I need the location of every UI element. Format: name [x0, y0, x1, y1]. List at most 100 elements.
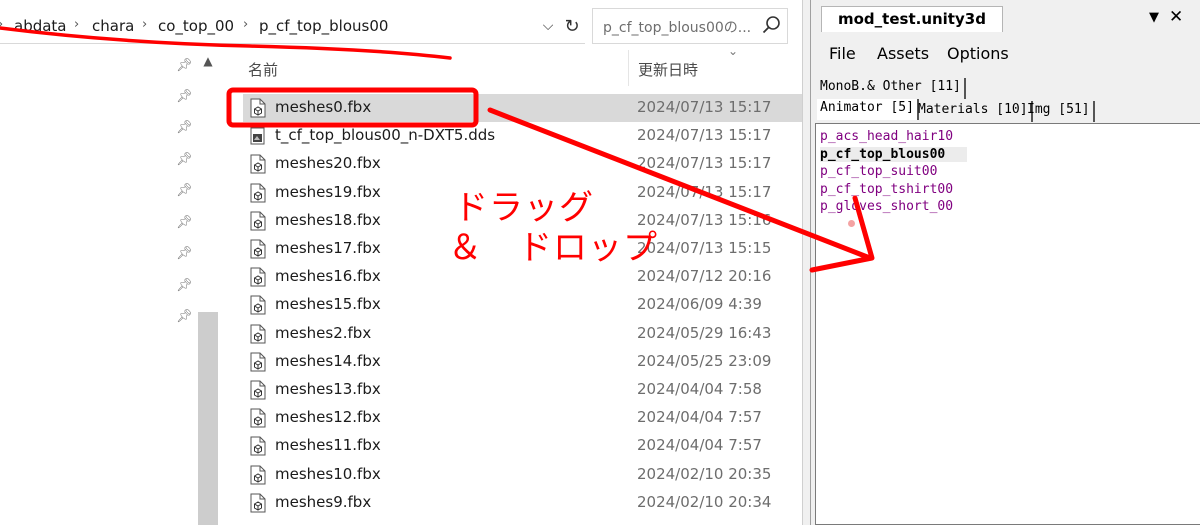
- file-date: 2024/02/10 20:35: [637, 464, 772, 483]
- file-name: t_cf_top_blous00_n-DXT5.dds: [275, 126, 496, 145]
- pin-icon[interactable]: 📌︎: [176, 215, 193, 231]
- fbx-file-icon: [250, 436, 266, 456]
- column-divider[interactable]: [628, 50, 629, 86]
- asset-list-item[interactable]: p_cf_top_suit00: [820, 164, 937, 179]
- fbx-file-icon: [250, 408, 266, 428]
- file-row[interactable]: meshes12.fbx 2024/04/04 7:57: [243, 404, 802, 432]
- breadcrumb-abdata[interactable]: abdata: [14, 17, 67, 35]
- tab-img[interactable]: Img [51]: [1024, 101, 1095, 122]
- drop-cursor-dot: [848, 220, 855, 227]
- tab-monob-other[interactable]: MonoB.& Other [11]: [817, 78, 966, 99]
- tool-titlebar: mod_test.unity3d ▼ ✕: [811, 6, 1200, 32]
- menu-assets[interactable]: Assets: [877, 44, 929, 63]
- file-row[interactable]: meshes13.fbx 2024/04/04 7:58: [243, 376, 802, 404]
- annotation-text-drop: ＆ ドロップ: [448, 228, 658, 268]
- column-headers: 名前 更新日時 ⌄: [228, 44, 802, 86]
- file-date: 2024/05/25 23:09: [637, 351, 772, 370]
- nav-scrollbar-thumb[interactable]: [198, 312, 218, 525]
- file-name: meshes11.fbx: [275, 436, 381, 455]
- file-row[interactable]: meshes0.fbx 2024/07/13 15:17: [243, 94, 802, 122]
- chevron-down-icon[interactable]: ⌵: [538, 18, 558, 38]
- column-header-name[interactable]: 名前: [248, 59, 278, 80]
- chevron-right-icon: ›: [0, 17, 3, 32]
- file-name: meshes2.fbx: [275, 323, 372, 342]
- file-row[interactable]: meshes15.fbx 2024/06/09 4:39: [243, 291, 802, 319]
- file-name: meshes19.fbx: [275, 182, 381, 201]
- pin-icon[interactable]: 📌︎: [176, 246, 193, 262]
- fbx-file-icon: [250, 211, 266, 231]
- file-name: meshes17.fbx: [275, 239, 381, 257]
- tab-animator[interactable]: Animator [5]: [817, 99, 919, 120]
- file-name: meshes15.fbx: [275, 295, 381, 314]
- file-explorer-window: › abdata › chara › co_top_00 › p_cf_top_…: [0, 0, 802, 525]
- file-name: meshes10.fbx: [275, 464, 381, 483]
- search-icon[interactable]: [761, 14, 783, 36]
- file-date: 2024/07/13 15:17: [637, 182, 772, 201]
- address-bar[interactable]: › abdata › chara › co_top_00 › p_cf_top_…: [0, 8, 585, 44]
- file-row[interactable]: meshes14.fbx 2024/05/25 23:09: [243, 348, 802, 376]
- file-name: meshes14.fbx: [275, 351, 381, 370]
- file-row[interactable]: meshes20.fbx 2024/07/13 15:17: [243, 150, 802, 178]
- menu-bar: File Assets Options: [811, 40, 1200, 68]
- pin-icon[interactable]: 📌︎: [176, 58, 193, 74]
- chevron-right-icon: ›: [74, 17, 80, 32]
- window-menu-icon[interactable]: ▼: [1149, 10, 1159, 25]
- asset-list-item[interactable]: p_gloves_short_00: [820, 199, 953, 214]
- close-icon[interactable]: ✕: [1169, 7, 1183, 27]
- file-date: 2024/07/12 20:16: [637, 267, 772, 286]
- file-row[interactable]: meshes9.fbx 2024/02/10 20:34: [243, 489, 802, 517]
- column-header-date[interactable]: 更新日時: [638, 59, 698, 80]
- image-file-icon: [250, 127, 265, 145]
- scroll-up-arrow-icon[interactable]: ▲: [200, 54, 216, 70]
- document-tab-title[interactable]: mod_test.unity3d: [821, 6, 1003, 32]
- file-date: 2024/07/13 15:17: [637, 126, 772, 145]
- file-name: meshes20.fbx: [275, 154, 381, 173]
- breadcrumb-p-cf-top-blous00[interactable]: p_cf_top_blous00: [259, 17, 388, 35]
- pin-icon[interactable]: 📌︎: [176, 120, 193, 136]
- asset-list-item[interactable]: p_cf_top_tshirt00: [820, 182, 953, 197]
- file-row[interactable]: meshes10.fbx 2024/02/10 20:35: [243, 461, 802, 489]
- refresh-icon[interactable]: ↻: [560, 16, 584, 40]
- file-name: meshes0.fbx: [275, 98, 372, 116]
- breadcrumb-co-top-00[interactable]: co_top_00: [158, 17, 234, 35]
- file-date: 2024/04/04 7:57: [637, 408, 762, 427]
- pin-icon[interactable]: 📌︎: [176, 152, 193, 168]
- fbx-file-icon: [250, 324, 266, 344]
- fbx-file-icon: [250, 154, 266, 174]
- search-input[interactable]: p_cf_top_blous00の...: [592, 8, 788, 44]
- pin-icon[interactable]: 📌︎: [176, 183, 193, 199]
- file-name: meshes18.fbx: [275, 210, 381, 229]
- fbx-file-icon: [250, 295, 266, 315]
- file-name: meshes13.fbx: [275, 380, 381, 398]
- chevron-right-icon: ›: [243, 17, 249, 32]
- search-placeholder: p_cf_top_blous00の...: [603, 20, 752, 36]
- fbx-file-icon: [250, 98, 266, 118]
- file-row[interactable]: meshes11.fbx 2024/04/04 7:57: [243, 432, 802, 460]
- sort-indicator-icon: ⌄: [728, 44, 739, 58]
- file-name: meshes12.fbx: [275, 408, 381, 427]
- navigation-pane[interactable]: 📌︎ 📌︎ 📌︎ 📌︎ 📌︎ 📌︎ 📌︎ 📌︎ 📌︎: [0, 50, 220, 525]
- file-date: 2024/05/29 16:43: [637, 323, 772, 342]
- pin-icon[interactable]: 📌︎: [176, 89, 193, 105]
- file-name: meshes9.fbx: [275, 492, 372, 511]
- file-date: 2024/04/04 7:57: [637, 436, 762, 455]
- menu-options[interactable]: Options: [947, 44, 1009, 63]
- tab-materials[interactable]: Materials [10]: [915, 101, 1033, 122]
- fbx-file-icon: [250, 239, 266, 259]
- pin-icon[interactable]: 📌︎: [176, 278, 193, 294]
- file-list[interactable]: 名前 更新日時 ⌄ meshes0.fbx 2024/07/13 15:17 t_c…: [228, 44, 802, 525]
- fbx-file-icon: [250, 465, 266, 485]
- window-gap: [802, 0, 810, 525]
- asset-list-item[interactable]: p_cf_top_blous00: [820, 146, 968, 162]
- asset-listbox[interactable]: p_acs_head_hair10 p_cf_top_blous00 p_cf_to…: [815, 123, 1200, 525]
- file-row[interactable]: meshes2.fbx 2024/05/29 16:43: [243, 320, 802, 348]
- asset-list-item[interactable]: p_acs_head_hair10: [820, 129, 953, 144]
- file-date: 2024/07/13 15:17: [637, 154, 772, 173]
- menu-file[interactable]: File: [829, 44, 856, 63]
- file-row[interactable]: t_cf_top_blous00_n-DXT5.dds 2024/07/13 15…: [243, 122, 802, 150]
- breadcrumb-chara[interactable]: chara: [92, 17, 134, 35]
- chevron-right-icon: ›: [142, 17, 148, 32]
- asset-tool-window: mod_test.unity3d ▼ ✕ File Assets Options…: [810, 0, 1200, 525]
- file-date: 2024/06/09 4:39: [637, 295, 762, 314]
- pin-icon[interactable]: 📌︎: [176, 309, 193, 325]
